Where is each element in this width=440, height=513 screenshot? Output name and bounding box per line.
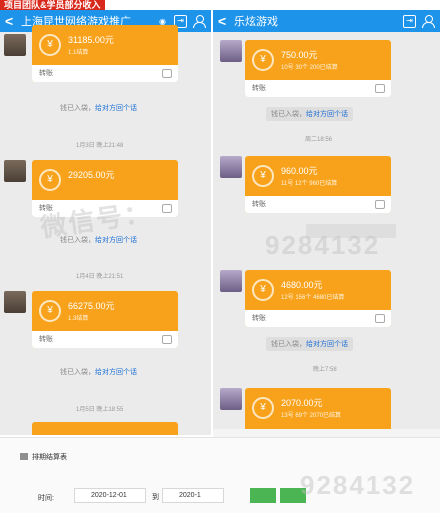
received-notice: 钱已入袋，给对方回个话 (266, 107, 353, 121)
transfer-note: 10号 30个 200已结算 (281, 65, 338, 71)
transfer-card[interactable]: 4680.00元 12号 156个 4680已结算 转账 (245, 270, 391, 327)
transfer-coin-icon (39, 34, 61, 56)
receipt-icon (375, 314, 385, 323)
transfer-coin-icon (252, 279, 274, 301)
transfer-amount: 750.00元 (281, 50, 318, 60)
start-date-input[interactable]: 2020-12-01 (74, 488, 146, 503)
transfer-coin-icon (252, 49, 274, 71)
transfer-footer: 转账 (245, 310, 391, 327)
transfer-card[interactable]: 2070.00元 13号 69个 2070已结算 (245, 388, 391, 432)
received-notice: 钱已入袋，给对方回个话 (60, 105, 137, 112)
time-label: 时间: (38, 495, 54, 502)
avatar[interactable] (220, 156, 242, 178)
transfer-label: 转账 (39, 336, 53, 343)
avatar[interactable] (220, 388, 242, 410)
transfer-card[interactable]: 750.00元 10号 30个 200已结算 转账 (245, 40, 391, 97)
contact-icon[interactable] (193, 14, 206, 28)
blurred-notice (306, 224, 396, 238)
screenshot-collage: 项目团队&学员部分收入 < 上海昆世网络游戏推广 ◉ ⇥ 31185.00元 1… (0, 0, 440, 513)
transfer-card[interactable]: 66275.00元 1.3结算 转账 (32, 291, 178, 348)
transfer-amount: 2070.00元 (281, 398, 323, 408)
chat-input-bar[interactable] (213, 429, 440, 437)
transfer-footer: 转账 (32, 65, 178, 82)
transfer-note: 11号 12个 960已结算 (281, 181, 338, 187)
reply-link[interactable]: 给对方回个话 (95, 105, 137, 112)
transfer-label: 转账 (252, 201, 266, 208)
received-notice: 钱已入袋，给对方回个话 (266, 337, 353, 351)
to-label: 到 (152, 494, 159, 501)
transfer-card[interactable]: 29205.00元 转账 (32, 160, 178, 217)
transfer-coin-icon (39, 169, 61, 191)
transfer-note: 1.3结算 (68, 316, 89, 322)
reply-link[interactable]: 给对方回个话 (95, 369, 137, 376)
transfer-coin-icon (39, 300, 61, 322)
transfer-amount: 29205.00元 (68, 170, 115, 180)
avatar[interactable] (220, 270, 242, 292)
transfer-amount: 960.00元 (281, 166, 318, 176)
avatar[interactable] (4, 160, 26, 182)
search-button[interactable] (250, 488, 276, 503)
reply-link[interactable]: 给对方回个话 (306, 111, 348, 118)
contact-icon[interactable] (422, 14, 435, 28)
transfer-note: 13号 69个 2070已结算 (281, 413, 342, 419)
transfer-label: 转账 (39, 205, 53, 212)
receipt-icon (375, 84, 385, 93)
form-title: 排期结算表 (20, 452, 67, 462)
timestamp: 1月5日 晚上18:55 (76, 407, 124, 413)
back-icon[interactable]: < (218, 13, 234, 29)
transfer-amount: 31185.00元 (68, 35, 114, 45)
reply-link[interactable]: 给对方回个话 (95, 237, 137, 244)
transfer-label: 转账 (252, 315, 266, 322)
received-notice: 钱已入袋，给对方回个话 (60, 237, 137, 244)
income-banner: 项目团队&学员部分收入 (0, 0, 105, 10)
export-button[interactable] (280, 488, 306, 503)
back-icon[interactable]: < (5, 13, 21, 29)
transfer-note: 12号 156个 4680已结算 (281, 295, 345, 301)
received-notice: 钱已入袋，给对方回个话 (60, 369, 137, 376)
end-date-input[interactable]: 2020-1 (162, 488, 224, 503)
avatar[interactable] (4, 34, 26, 56)
timestamp: 周二18:56 (305, 137, 333, 143)
right-chat-title: 乐炫游戏 (234, 16, 278, 28)
receipt-icon (162, 204, 172, 213)
timestamp: 1月4日 晚上21:51 (76, 274, 124, 280)
reply-link[interactable]: 给对方回个话 (306, 341, 348, 348)
transfer-note: 1.1结算 (68, 50, 89, 56)
transfer-label: 转账 (252, 85, 266, 92)
transfer-label: 转账 (39, 70, 53, 77)
transfer-footer: 转账 (245, 196, 391, 213)
schedule-form: 排期结算表 时间: 2020-12-01 到 2020-1 (0, 437, 440, 513)
transfer-card[interactable]: 31185.00元 1.1结算 转账 (32, 25, 178, 82)
timestamp: 晚上7:58 (313, 367, 337, 373)
transfer-coin-icon (252, 165, 274, 187)
transfer-footer: 转账 (32, 331, 178, 348)
receipt-icon (162, 69, 172, 78)
timestamp: 1月3日 晚上21:48 (76, 143, 124, 149)
receipt-icon (375, 200, 385, 209)
avatar[interactable] (4, 291, 26, 313)
transfer-amount: 66275.00元 (68, 301, 115, 311)
right-chat-titlebar: < 乐炫游戏 ⇥ (213, 10, 440, 32)
share-icon[interactable]: ⇥ (403, 14, 416, 28)
transfer-coin-icon (252, 397, 274, 419)
transfer-card-partial[interactable] (32, 422, 178, 435)
transfer-footer: 转账 (245, 80, 391, 97)
left-chat-panel: < 上海昆世网络游戏推广 ◉ ⇥ 31185.00元 1.1结算 转账 钱已入袋… (0, 10, 211, 435)
receipt-icon (162, 335, 172, 344)
avatar[interactable] (220, 40, 242, 62)
transfer-amount: 4680.00元 (281, 280, 323, 290)
right-chat-panel: < 乐炫游戏 ⇥ 750.00元 10号 30个 200已结算 转账 钱已入袋，… (213, 10, 440, 435)
transfer-footer: 转账 (32, 200, 178, 217)
transfer-card[interactable]: 960.00元 11号 12个 960已结算 转账 (245, 156, 391, 213)
